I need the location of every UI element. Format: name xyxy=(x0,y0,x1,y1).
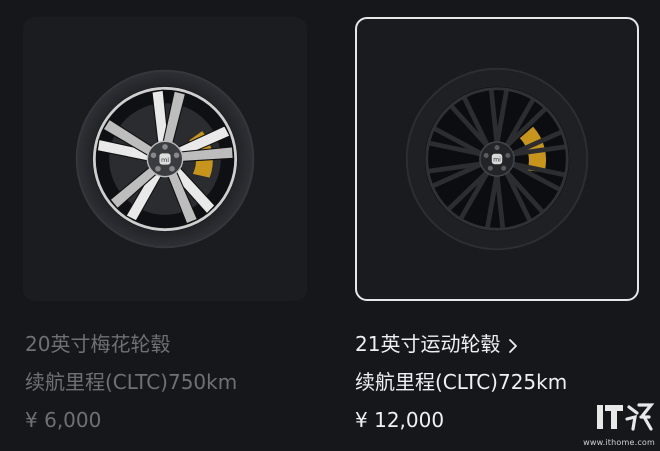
ithome-logo-icon xyxy=(597,403,655,431)
ithome-watermark: www.ithome.com xyxy=(583,399,655,447)
svg-text:mi: mi xyxy=(161,156,169,164)
wheel-21in-icon: mi xyxy=(405,67,589,251)
currency-symbol: ¥ xyxy=(25,408,38,432)
wheel-option-21in-card[interactable]: mi xyxy=(355,17,639,301)
price-value: 12,000 xyxy=(374,408,445,432)
wheel-20in-price: ¥ 6,000 xyxy=(25,405,101,435)
currency-symbol: ¥ xyxy=(355,408,368,432)
wheel-21in-price: ¥ 12,000 xyxy=(355,405,444,435)
price-value: 6,000 xyxy=(44,408,102,432)
chevron-right-icon xyxy=(509,338,518,353)
wheel-20in-icon: mi xyxy=(75,69,255,249)
wheel-21in-title-link[interactable]: 21英寸运动轮毂 xyxy=(355,329,518,359)
wheel-option-20in-card[interactable]: mi xyxy=(23,17,307,301)
wheel-21in-title: 21英寸运动轮毂 xyxy=(355,332,501,356)
wheel-20in-title: 20英寸梅花轮毂 xyxy=(25,332,171,356)
svg-text:mi: mi xyxy=(493,157,501,164)
watermark-url: www.ithome.com xyxy=(583,438,655,447)
wheel-20in-range: 续航里程(CLTC)750km xyxy=(25,370,238,394)
wheel-21in-range: 续航里程(CLTC)725km xyxy=(355,370,568,394)
